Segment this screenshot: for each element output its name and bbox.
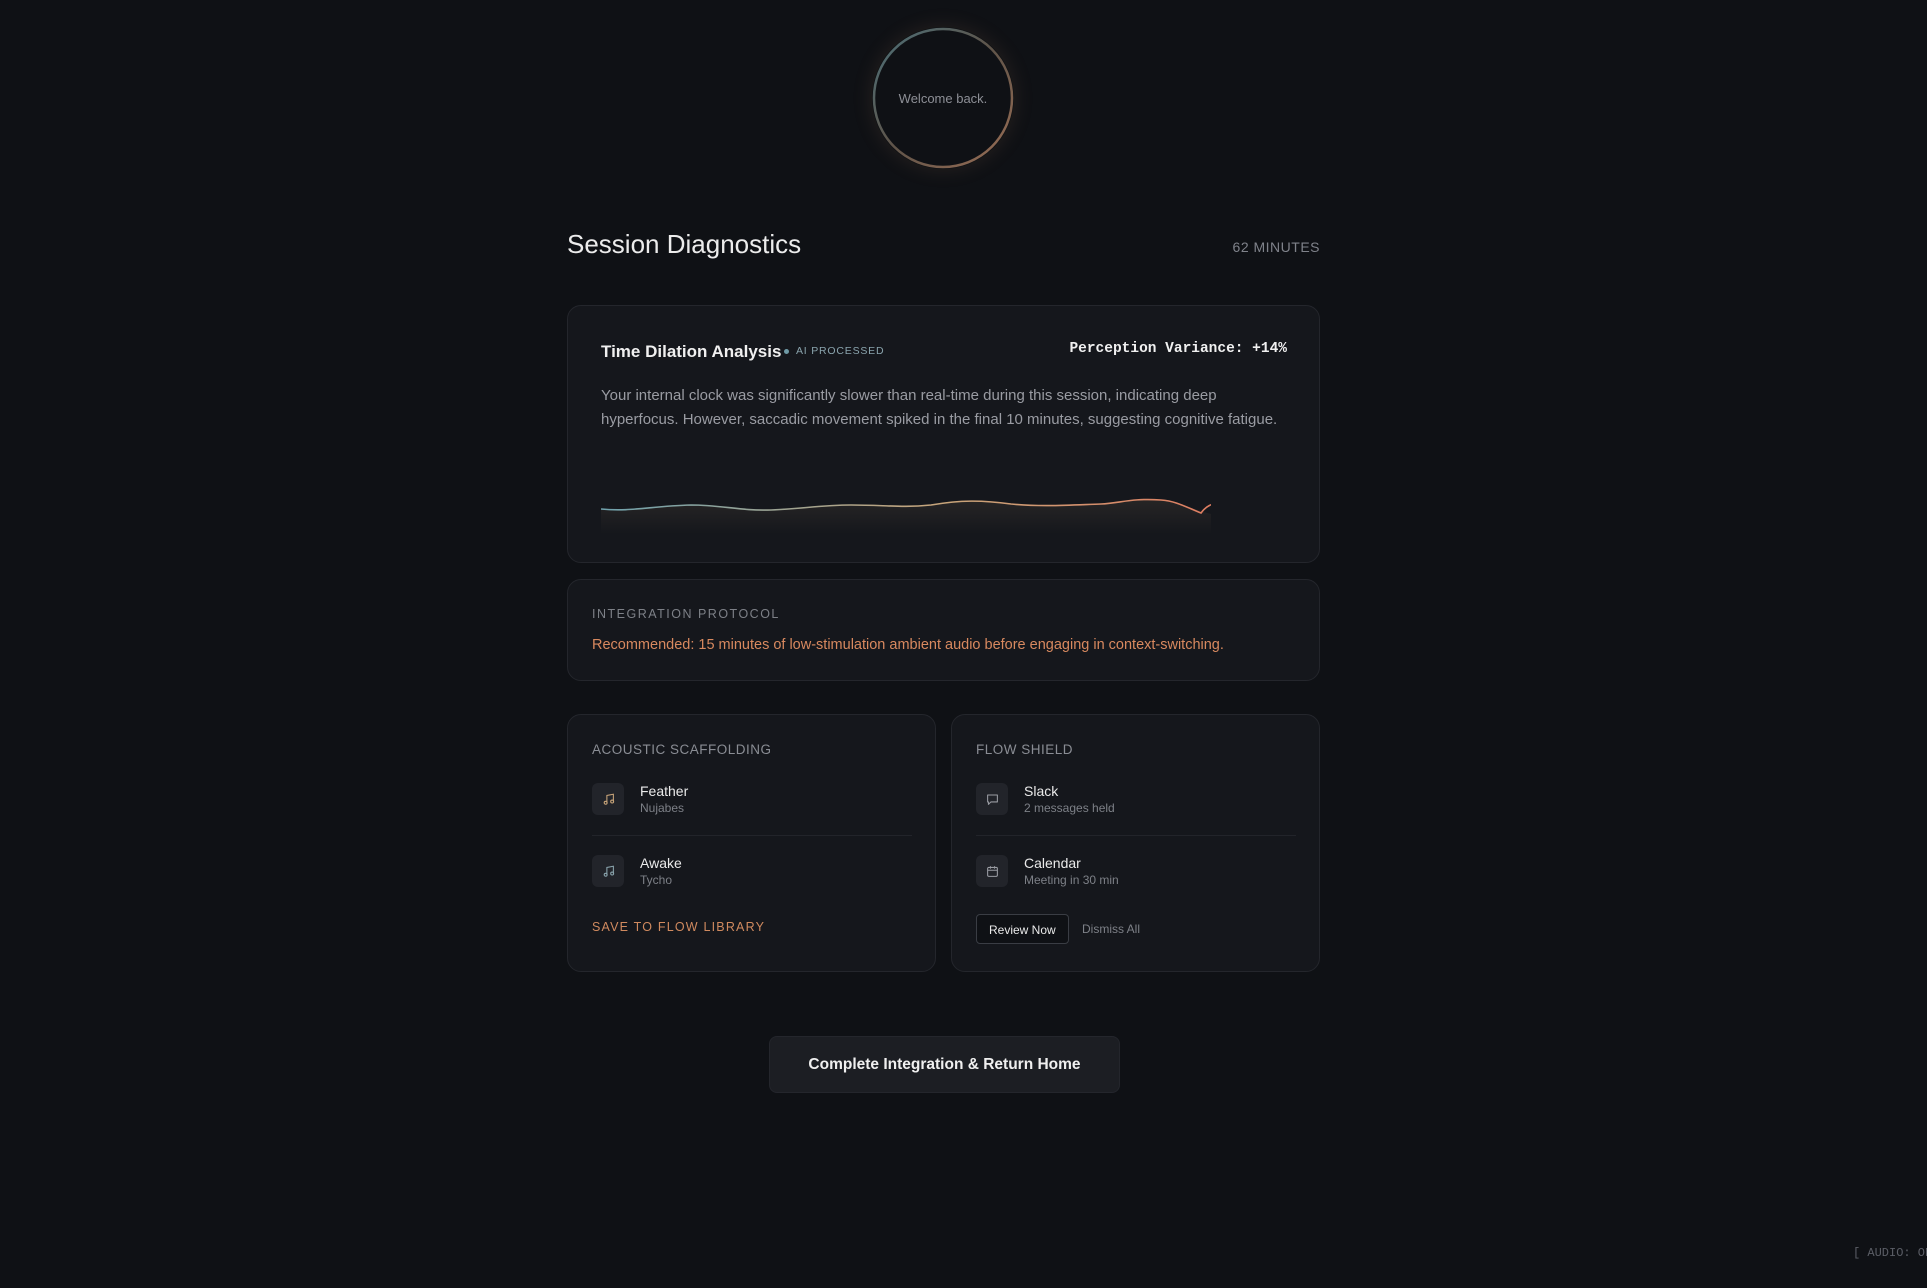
acoustic-scaffolding-card: ACOUSTIC SCAFFOLDING Feather Nujabes Awa… bbox=[567, 714, 936, 972]
protocol-label: INTEGRATION PROTOCOL bbox=[592, 607, 780, 621]
track-artist: Nujabes bbox=[640, 800, 685, 815]
music-note-icon bbox=[592, 783, 624, 815]
time-dilation-title: Time Dilation Analysis bbox=[601, 342, 782, 361]
status-dot-icon bbox=[784, 348, 789, 354]
perception-variance: Perception Variance: +14% bbox=[1069, 341, 1287, 357]
music-note-icon bbox=[592, 855, 624, 887]
ai-processed-badge: AI PROCESSED bbox=[784, 345, 884, 357]
chat-bubble-icon bbox=[976, 783, 1008, 815]
time-dilation-description: Your internal clock was significantly sl… bbox=[601, 387, 1278, 428]
notification-source: Calendar bbox=[1024, 854, 1081, 871]
flow-shield-label: FLOW SHIELD bbox=[976, 742, 1074, 757]
time-dilation-card: Time Dilation Analysis AI PROCESSED Perc… bbox=[567, 305, 1320, 563]
track-title: Awake bbox=[640, 854, 682, 871]
divider bbox=[592, 835, 912, 836]
notification-source: Slack bbox=[1024, 782, 1059, 799]
complete-integration-button[interactable]: Complete Integration & Return Home bbox=[769, 1036, 1120, 1093]
track-title: Feather bbox=[640, 782, 689, 799]
badge-label: AI PROCESSED bbox=[796, 345, 885, 357]
audio-status-indicator[interactable]: [ AUDIO: ON ] bbox=[1853, 1246, 1927, 1260]
track-item[interactable]: Awake Tycho bbox=[592, 849, 912, 893]
integration-protocol-card: INTEGRATION PROTOCOL Recommended: 15 min… bbox=[567, 579, 1320, 681]
welcome-orb: Welcome back. bbox=[872, 27, 1014, 169]
held-notification-item[interactable]: Slack 2 messages held bbox=[976, 777, 1296, 821]
divider bbox=[976, 835, 1296, 836]
flow-shield-card: FLOW SHIELD Slack 2 messages held Calend… bbox=[951, 714, 1320, 972]
notification-detail: Meeting in 30 min bbox=[1024, 872, 1119, 887]
time-dilation-waveform bbox=[601, 498, 1211, 534]
page-title: Session Diagnostics bbox=[567, 229, 802, 259]
session-duration: 62 MINUTES bbox=[1232, 239, 1320, 255]
review-now-button[interactable]: Review Now bbox=[976, 914, 1069, 944]
save-to-flow-library-button[interactable]: SAVE TO FLOW LIBRARY bbox=[592, 920, 765, 934]
notification-detail: 2 messages held bbox=[1024, 800, 1115, 815]
track-item[interactable]: Feather Nujabes bbox=[592, 777, 912, 821]
track-artist: Tycho bbox=[640, 872, 673, 887]
calendar-icon bbox=[976, 855, 1008, 887]
held-notification-item[interactable]: Calendar Meeting in 30 min bbox=[976, 849, 1296, 893]
protocol-recommendation: Recommended: 15 minutes of low-stimulati… bbox=[592, 637, 1224, 653]
dismiss-all-button[interactable]: Dismiss All bbox=[1082, 914, 1140, 944]
page: Welcome back. Session Diagnostics 62 MIN… bbox=[0, 0, 1927, 1288]
acoustic-label: ACOUSTIC SCAFFOLDING bbox=[592, 742, 772, 757]
welcome-text: Welcome back. bbox=[898, 90, 988, 106]
